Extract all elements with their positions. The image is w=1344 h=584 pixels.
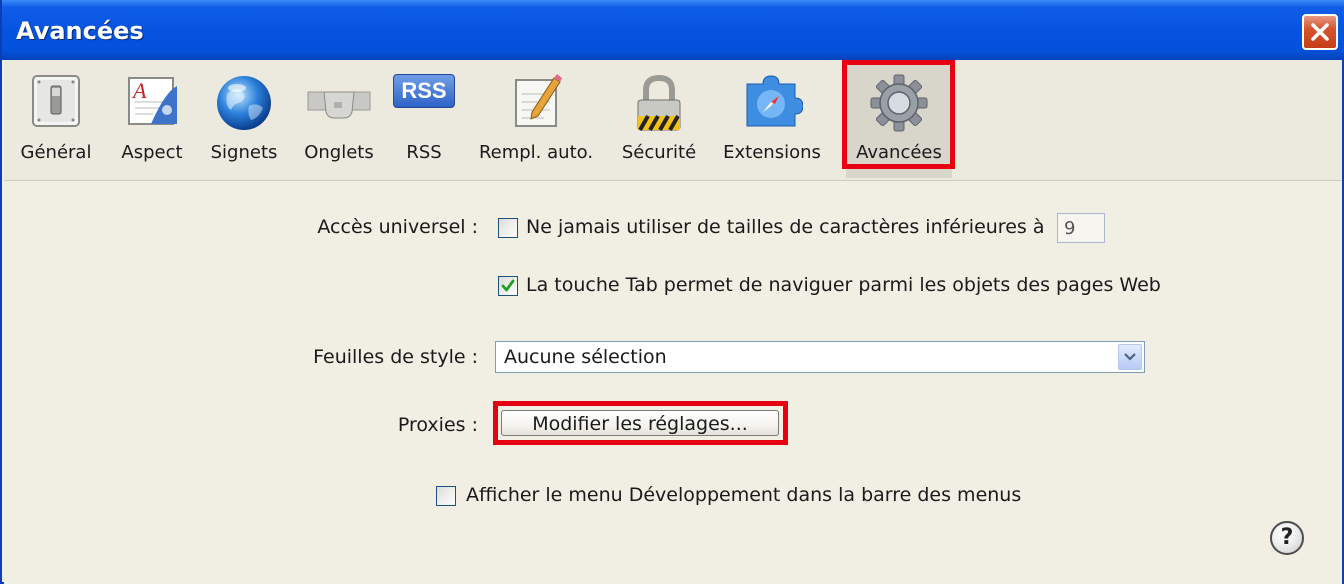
tab-rempl-auto-label: Rempl. auto. [478, 142, 594, 163]
svg-text:A: A [131, 78, 147, 103]
min-font-size-checkbox[interactable] [498, 218, 518, 238]
close-button[interactable] [1302, 14, 1338, 50]
tab-signets[interactable]: Signets [202, 60, 286, 178]
tab-extensions-label: Extensions [723, 142, 821, 163]
tabs-icon [294, 72, 384, 134]
tab-extensions[interactable]: Extensions [716, 60, 828, 178]
tab-signets-label: Signets [210, 142, 278, 163]
tab-securite[interactable]: Sécurité [614, 60, 704, 178]
tab-onglets[interactable]: Onglets [294, 60, 384, 178]
help-icon: ? [1280, 525, 1294, 550]
rss-icon: RSS [388, 74, 460, 136]
tab-avancees-label: Avancées [856, 142, 942, 163]
tab-navigation-checkbox[interactable] [498, 276, 518, 296]
compass-puzzle-icon [716, 72, 828, 134]
padlock-icon [614, 72, 704, 134]
develop-menu-label: Afficher le menu Développement dans la b… [466, 484, 1022, 506]
min-font-size-field[interactable]: 9 [1057, 213, 1105, 243]
stylesheet-select[interactable]: Aucune sélection [495, 341, 1145, 373]
stylesheet-label: Feuilles de style : [313, 346, 478, 368]
tab-rss-label: RSS [406, 142, 442, 163]
tab-onglets-label: Onglets [304, 142, 374, 163]
tab-rss[interactable]: RSS RSS [388, 60, 460, 178]
advanced-settings-panel: Accès universel : Ne jamais utiliser de … [4, 181, 1342, 584]
tab-rempl-auto[interactable]: Rempl. auto. [462, 60, 610, 178]
universal-access-label: Accès universel : [317, 216, 478, 238]
help-button[interactable]: ? [1270, 521, 1304, 555]
tab-navigation-label: La touche Tab permet de naviguer parmi l… [526, 274, 1161, 296]
preferences-window: Avancées Général A Aspect Signets Onglet… [0, 0, 1344, 584]
tab-general-label: Général [20, 142, 92, 163]
rss-badge-text: RSS [401, 78, 447, 103]
pencil-form-icon [462, 72, 610, 134]
stylesheet-select-value: Aucune sélection [504, 346, 667, 368]
preferences-toolbar: Général A Aspect Signets Onglets RSS RSS… [4, 60, 1342, 181]
tab-aspect[interactable]: A Aspect [114, 60, 190, 178]
min-font-size-label: Ne jamais utiliser de tailles de caractè… [526, 216, 1045, 238]
proxies-label: Proxies : [397, 414, 478, 436]
tab-aspect-label: Aspect [121, 142, 183, 163]
globe-icon [202, 72, 286, 134]
switch-icon [10, 72, 102, 134]
window-title: Avancées [16, 17, 144, 45]
title-bar[interactable]: Avancées [2, 0, 1344, 60]
develop-menu-checkbox[interactable] [436, 486, 456, 506]
font-icon: A [114, 72, 190, 134]
dropdown-button[interactable] [1118, 344, 1142, 370]
tab-avancees[interactable]: Avancées [846, 60, 952, 178]
tab-general[interactable]: Général [10, 60, 102, 178]
modify-proxy-settings-button[interactable]: Modifier les réglages... [501, 410, 779, 436]
tab-securite-label: Sécurité [621, 142, 697, 163]
gear-icon [846, 72, 952, 134]
